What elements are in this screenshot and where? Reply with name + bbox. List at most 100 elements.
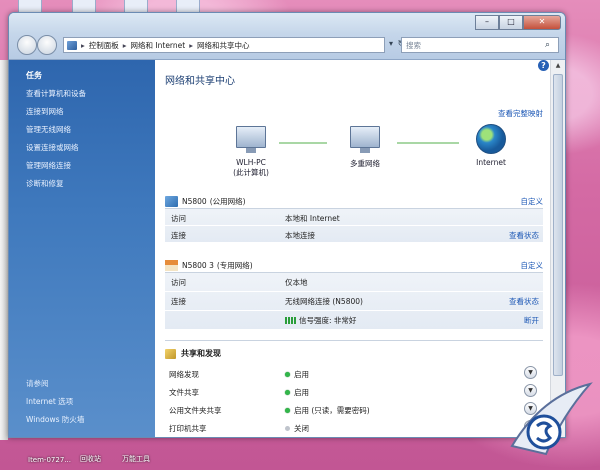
tasks-heading: 任务 [26, 71, 42, 80]
network-type: (公用网络) [209, 196, 246, 206]
history-dropdown-icon[interactable]: ▾ [386, 37, 396, 51]
breadcrumb-network-internet[interactable]: 网络和 Internet [131, 40, 186, 51]
watermark-logo [510, 382, 593, 456]
network-section-2: N5800 3 (专用网络) 自定义 访问 仅本地 连接 无线网络连接 (N58… [165, 258, 543, 330]
computer-icon [236, 126, 266, 153]
sharing-row-printer: 打印机共享 关闭 ▼ [165, 418, 543, 435]
task-diagnose-repair[interactable]: 诊断和修复 [26, 178, 64, 189]
help-icon[interactable]: ? [538, 60, 549, 71]
desktop-icon-label[interactable]: Item-0727... [28, 456, 71, 464]
detail-value: 无线网络连接 (N5800) [285, 297, 363, 306]
disconnect-link[interactable]: 断开 [524, 315, 539, 326]
detail-value: 本地连接 [285, 231, 315, 240]
node-name: 多重网络 [350, 159, 380, 168]
scroll-thumb[interactable] [553, 74, 563, 376]
detail-key: 访问 [171, 214, 186, 223]
chevron-right-icon: ▸ [189, 40, 193, 50]
address-bar[interactable]: ▸ 控制面板 ▸ 网络和 Internet ▸ 网络和共享中心 [63, 37, 385, 53]
page-title: 网络和共享中心 [165, 76, 235, 87]
desktop-left-edge [0, 60, 8, 440]
see-also-internet-options[interactable]: Internet 选项 [26, 396, 73, 407]
desktop-icon-label[interactable]: 回收站 [80, 454, 101, 464]
node-this-computer[interactable]: WLH-PC (此计算机) [221, 126, 281, 178]
forward-button[interactable] [37, 35, 57, 55]
back-button[interactable] [17, 35, 37, 55]
view-status-link[interactable]: 查看状态 [509, 296, 539, 307]
search-input[interactable]: 搜索 [406, 40, 545, 51]
sharing-heading: 共享和发现 [165, 348, 221, 359]
see-also-heading: 请参阅 [26, 379, 49, 388]
detail-value: 本地和 Internet [285, 214, 340, 223]
detail-row: 访问 仅本地 [165, 273, 543, 292]
sharing-status: 启用 (只读，需要密码) [285, 405, 370, 416]
task-view-computers[interactable]: 查看计算机和设备 [26, 88, 86, 99]
breadcrumb-network-sharing-center[interactable]: 网络和共享中心 [197, 40, 250, 51]
task-manage-connections[interactable]: 管理网络连接 [26, 160, 71, 171]
network-name: N5800 3 [182, 260, 214, 270]
link-line-1 [279, 142, 327, 144]
status-off-icon [285, 426, 290, 431]
minimize-button[interactable]: – [475, 15, 499, 30]
maximize-button[interactable]: □ [499, 15, 523, 30]
globe-icon [476, 124, 506, 154]
scroll-up-icon[interactable]: ▲ [551, 60, 565, 72]
task-connect-network[interactable]: 连接到网络 [26, 106, 64, 117]
view-status-link[interactable]: 查看状态 [509, 230, 539, 241]
detail-key: 访问 [171, 278, 186, 287]
customize-link[interactable]: 自定义 [521, 260, 544, 271]
sharing-status: 启用 [285, 387, 309, 398]
sharing-row-network-discovery: 网络发现 启用 ▼ [165, 364, 543, 381]
public-network-icon [165, 195, 178, 207]
network-type: (专用网络) [216, 260, 253, 270]
task-manage-wireless[interactable]: 管理无线网络 [26, 124, 71, 135]
node-multiple-networks[interactable]: 多重网络 [335, 126, 395, 169]
sharing-name: 公用文件夹共享 [169, 406, 222, 415]
sharing-name: 文件共享 [169, 388, 199, 397]
caption-buttons: – □ ✕ [475, 15, 561, 30]
customize-link[interactable]: 自定义 [521, 196, 544, 207]
network-sharing-center-window: – □ ✕ ▸ 控制面板 ▸ 网络和 Internet ▸ 网络和共享中心 ▾ … [8, 12, 566, 438]
network-section-1: N5800 (公用网络) 自定义 访问 本地和 Internet 连接 本地连接… [165, 194, 543, 243]
close-button[interactable]: ✕ [523, 15, 561, 30]
home-network-icon [165, 259, 178, 271]
link-line-2 [397, 142, 459, 144]
network-details: 访问 本地和 Internet 连接 本地连接 查看状态 [165, 209, 543, 243]
status-on-icon [285, 372, 290, 377]
sharing-name: 网络发现 [169, 370, 199, 379]
view-full-map-link[interactable]: 查看完整映射 [498, 108, 543, 119]
divider [165, 340, 543, 341]
signal-strength: 信号强度: 非常好 [285, 315, 356, 326]
detail-key: 连接 [171, 231, 186, 240]
task-setup-connection[interactable]: 设置连接或网络 [26, 142, 79, 153]
sharing-status: 关闭 [285, 423, 309, 434]
network-header: N5800 (公用网络) 自定义 [165, 194, 543, 209]
chevron-right-icon: ▸ [81, 40, 85, 50]
see-also-firewall[interactable]: Windows 防火墙 [26, 414, 84, 425]
breadcrumb-control-panel[interactable]: 控制面板 [89, 40, 119, 51]
network-name: N5800 [182, 196, 207, 206]
network-header: N5800 3 (专用网络) 自定义 [165, 258, 543, 273]
search-box[interactable]: 搜索 ⌕ [401, 37, 559, 53]
desktop-icon-label[interactable]: 万能工具 [122, 454, 150, 464]
network-icon [350, 126, 380, 153]
main-content: ? 网络和共享中心 查看完整映射 WLH-PC (此计算机) 多重网络 Inte… [155, 60, 551, 437]
task-pane: 任务 查看计算机和设备 连接到网络 管理无线网络 设置连接或网络 管理网络连接 … [9, 60, 155, 437]
sharing-status: 启用 [285, 369, 309, 380]
status-on-icon [285, 408, 290, 413]
sharing-row-public-folder: 公用文件夹共享 启用 (只读，需要密码) ▼ [165, 400, 543, 417]
node-sub: (此计算机) [233, 168, 269, 177]
sharing-name: 打印机共享 [169, 424, 207, 433]
node-internet[interactable]: Internet [461, 124, 521, 167]
control-panel-icon [67, 40, 77, 50]
detail-row: 连接 无线网络连接 (N5800) 查看状态 [165, 292, 543, 311]
sharing-row-file-sharing: 文件共享 启用 ▼ [165, 382, 543, 399]
detail-row: 信号强度: 非常好 断开 [165, 311, 543, 330]
detail-row: 连接 本地连接 查看状态 [165, 226, 543, 243]
detail-row: 访问 本地和 Internet [165, 209, 543, 226]
status-on-icon [285, 390, 290, 395]
node-name: WLH-PC [236, 158, 266, 167]
search-icon[interactable]: ⌕ [545, 40, 555, 50]
detail-value: 仅本地 [285, 278, 308, 287]
chevron-right-icon: ▸ [122, 40, 127, 50]
window-chrome: – □ ✕ ▸ 控制面板 ▸ 网络和 Internet ▸ 网络和共享中心 ▾ … [9, 13, 565, 60]
